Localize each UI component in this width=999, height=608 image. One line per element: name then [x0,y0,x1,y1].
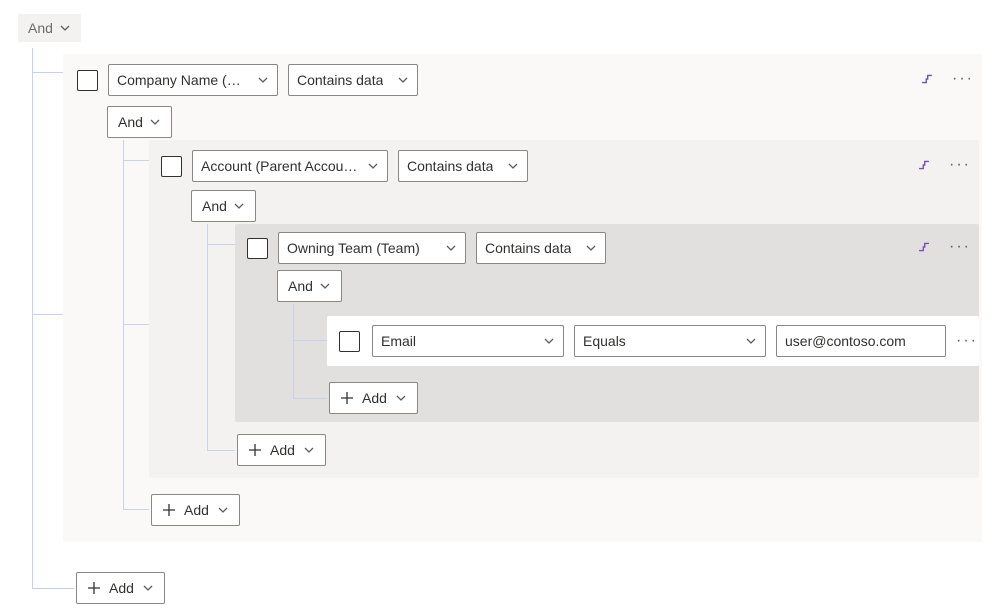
more-actions-button[interactable]: ··· [951,238,969,256]
group-header-level1: Company Name (Accou… Contains data [77,64,418,96]
checkbox[interactable] [161,156,182,177]
checkbox[interactable] [77,70,98,91]
field-select-label: Owning Team (Team) [287,240,420,256]
ellipsis-icon: ··· [952,71,974,87]
ellipsis-icon: ··· [949,157,971,173]
field-select-label: Account (Parent Account) [201,158,359,174]
chevron-down-icon [142,582,154,594]
root-operator-label: And [28,20,53,36]
tree-line [32,72,64,73]
tree-line [293,398,327,399]
chevron-down-icon [507,160,519,172]
chevron-down-icon [585,242,597,254]
add-label: Add [362,390,387,406]
tree-line [207,224,208,450]
collapse-icon[interactable] [915,238,933,256]
chevron-down-icon [303,444,315,456]
chevron-down-icon [217,504,229,516]
group-operator-pill-level1[interactable]: And [107,106,172,138]
condition-field-select[interactable]: Email [372,325,564,357]
root-operator-pill[interactable]: And [18,14,81,42]
field-select-level3[interactable]: Owning Team (Team) [278,232,466,264]
operator-select-level1[interactable]: Contains data [288,64,418,96]
add-button-root[interactable]: Add [76,572,165,604]
tree-line [123,509,149,510]
group-card-level2: Account (Parent Account) Contains data ·… [149,140,979,478]
field-select-label: Company Name (Accou… [117,72,249,88]
condition-value-input[interactable]: user@contoso.com [776,325,946,357]
chevron-down-icon [233,200,245,212]
more-actions-button[interactable]: ··· [954,70,972,88]
operator-select-level3[interactable]: Contains data [476,232,606,264]
operator-label: Contains data [485,240,571,256]
tree-line [32,588,74,589]
checkbox[interactable] [247,238,268,259]
condition-value-text: user@contoso.com [785,333,906,349]
tree-line [123,140,124,510]
plus-icon [87,581,101,595]
plus-icon [340,391,354,405]
chevron-down-icon [367,160,379,172]
condition-operator-label: Equals [583,333,626,349]
tree-line [32,314,64,315]
chevron-down-icon [257,74,269,86]
group-header-level3: Owning Team (Team) Contains data [247,232,606,264]
group-operator-pill-level2[interactable]: And [191,190,256,222]
group-header-actions-level2: ··· [915,156,969,174]
group-operator-label: And [118,114,143,130]
add-button-level1[interactable]: Add [151,494,240,526]
field-select-level1[interactable]: Company Name (Accou… [108,64,278,96]
add-button-level2[interactable]: Add [237,434,326,466]
more-actions-button[interactable]: ··· [958,332,976,350]
chevron-down-icon [397,74,409,86]
tree-line [123,160,149,161]
tree-line [32,48,33,588]
operator-select-level2[interactable]: Contains data [398,150,528,182]
chevron-down-icon [745,335,757,347]
tree-line [293,340,327,341]
add-label: Add [270,442,295,458]
group-card-level1: Company Name (Accou… Contains data ··· A… [63,54,982,542]
group-card-level3: Owning Team (Team) Contains data [235,224,979,422]
condition-row: Email Equals user@contoso.co [327,316,979,366]
ellipsis-icon: ··· [956,333,978,349]
group-operator-label: And [288,278,313,294]
field-select-level2[interactable]: Account (Parent Account) [192,150,388,182]
chevron-down-icon [319,280,331,292]
filter-canvas: Company Name (Accou… Contains data ··· A… [18,48,981,608]
add-button-level3[interactable]: Add [329,382,418,414]
operator-label: Contains data [407,158,493,174]
tree-line [207,450,235,451]
add-label: Add [109,580,134,596]
group-operator-label: And [202,198,227,214]
group-header-actions-level3: ··· [915,238,969,256]
chevron-down-icon [543,335,555,347]
condition-field-label: Email [381,333,416,349]
tree-line [293,304,294,398]
group-operator-pill-level3[interactable]: And [277,270,342,302]
group-header-level2: Account (Parent Account) Contains data [161,150,528,182]
operator-label: Contains data [297,72,383,88]
collapse-icon[interactable] [918,70,936,88]
add-label: Add [184,502,209,518]
plus-icon [248,443,262,457]
tree-line [123,324,149,325]
tree-line [207,244,235,245]
group-header-actions-level1: ··· [918,70,972,88]
chevron-down-icon [395,392,407,404]
more-actions-button[interactable]: ··· [951,156,969,174]
chevron-down-icon [445,242,457,254]
collapse-icon[interactable] [915,156,933,174]
plus-icon [162,503,176,517]
ellipsis-icon: ··· [949,239,971,255]
chevron-down-icon [59,22,71,34]
chevron-down-icon [149,116,161,128]
condition-operator-select[interactable]: Equals [574,325,766,357]
checkbox[interactable] [339,331,360,352]
